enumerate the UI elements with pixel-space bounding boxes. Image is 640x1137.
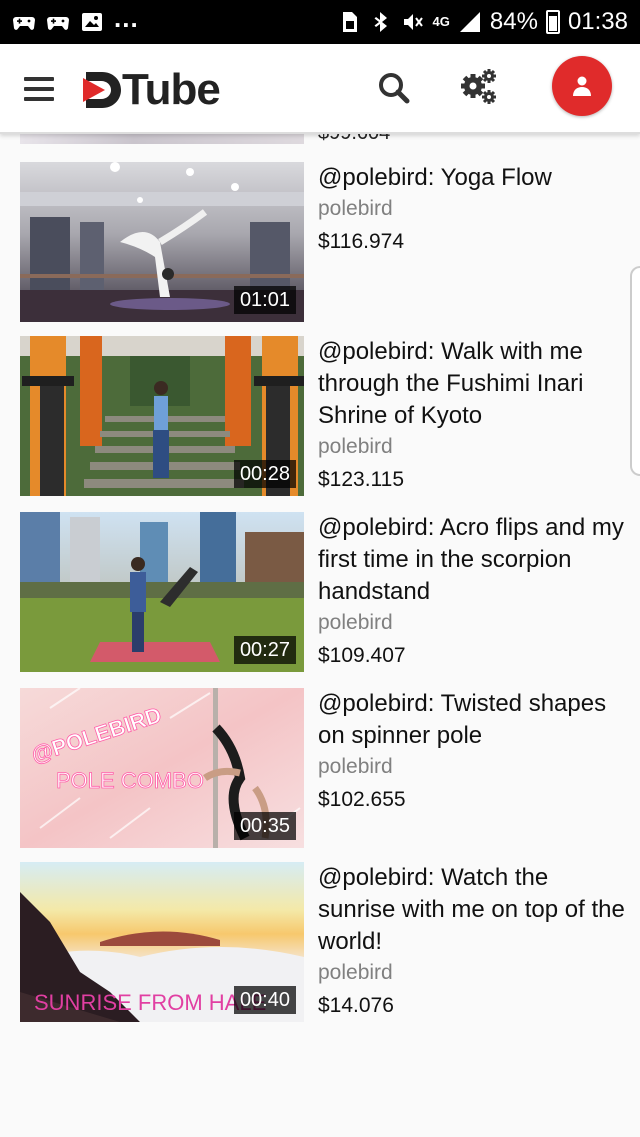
video-price: $102.655 — [318, 788, 406, 811]
video-info: @polebird: Watch the sunrise with me on … — [318, 862, 628, 1020]
scrollbar-handle[interactable] — [630, 266, 640, 476]
game-controller-icon — [12, 11, 36, 33]
dtube-logo-mark — [82, 70, 124, 110]
dtube-logo[interactable]: Tube — [82, 65, 221, 114]
thumb-text: POLE COMBO — [56, 768, 204, 793]
video-info: @polebird: Twisted shapes on spinner pol… — [318, 688, 628, 814]
video-title[interactable]: @polebird: Twisted shapes on spinner pol… — [318, 688, 628, 752]
status-bar: ... 4G 84% 01:38 — [0, 0, 640, 44]
video-author[interactable]: polebird — [318, 609, 628, 637]
search-icon[interactable] — [376, 70, 412, 106]
video-author[interactable]: polebird — [318, 195, 628, 223]
video-author[interactable]: polebird — [318, 433, 628, 461]
image-icon — [80, 11, 104, 33]
video-duration: 01:01 — [233, 286, 296, 314]
video-title[interactable]: @polebird: Acro flips and my first time … — [318, 512, 628, 608]
user-account-button[interactable] — [552, 56, 612, 116]
video-duration: 00:35 — [233, 812, 296, 840]
battery-percent: 84% — [489, 8, 538, 35]
network-type: 4G — [432, 14, 450, 29]
signal-icon — [458, 11, 482, 33]
video-thumbnail[interactable]: 00:28 — [20, 336, 304, 496]
video-price: $123.115 — [318, 468, 405, 491]
video-info: @polebird: Yoga Flow polebird $116.974 — [318, 162, 628, 256]
video-thumbnail[interactable]: 00:27 — [20, 512, 304, 672]
video-info: @polebird: Walk with me through the Fush… — [318, 336, 628, 494]
mute-icon — [401, 11, 425, 33]
video-author[interactable]: polebird — [318, 959, 628, 987]
video-thumbnail[interactable]: @POLEBIRD POLE COMBO 00:35 — [20, 688, 304, 848]
video-duration: 00:28 — [233, 460, 296, 488]
video-duration: 00:40 — [233, 986, 296, 1014]
battery-icon — [545, 10, 560, 34]
user-icon — [573, 76, 591, 96]
video-info: @polebird: Acro flips and my first time … — [318, 512, 628, 670]
bluetooth-icon — [369, 11, 393, 33]
video-duration: 00:27 — [233, 636, 296, 664]
video-thumbnail[interactable]: SUNRISE FROM HALE 00:40 — [20, 862, 304, 1022]
thumb-text: SUNRISE FROM HALE — [34, 990, 266, 1015]
video-thumbnail[interactable]: 01:01 — [20, 162, 304, 322]
more-dots-icon: ... — [114, 2, 139, 33]
app-header: Tube — [0, 44, 640, 134]
video-author[interactable]: polebird — [318, 753, 628, 781]
video-price: $116.974 — [318, 230, 405, 253]
video-title[interactable]: @polebird: Walk with me through the Fush… — [318, 336, 628, 432]
logo-text: Tube — [122, 65, 221, 114]
sim-icon — [337, 11, 361, 33]
video-price: $14.076 — [318, 994, 394, 1017]
game-controller-icon — [46, 11, 70, 33]
video-price: $109.407 — [318, 644, 406, 667]
video-title[interactable]: @polebird: Watch the sunrise with me on … — [318, 862, 628, 958]
hamburger-menu-icon[interactable] — [24, 77, 54, 101]
clock: 01:38 — [567, 8, 628, 35]
video-title[interactable]: @polebird: Yoga Flow — [318, 162, 628, 194]
gears-icon[interactable] — [458, 66, 500, 108]
